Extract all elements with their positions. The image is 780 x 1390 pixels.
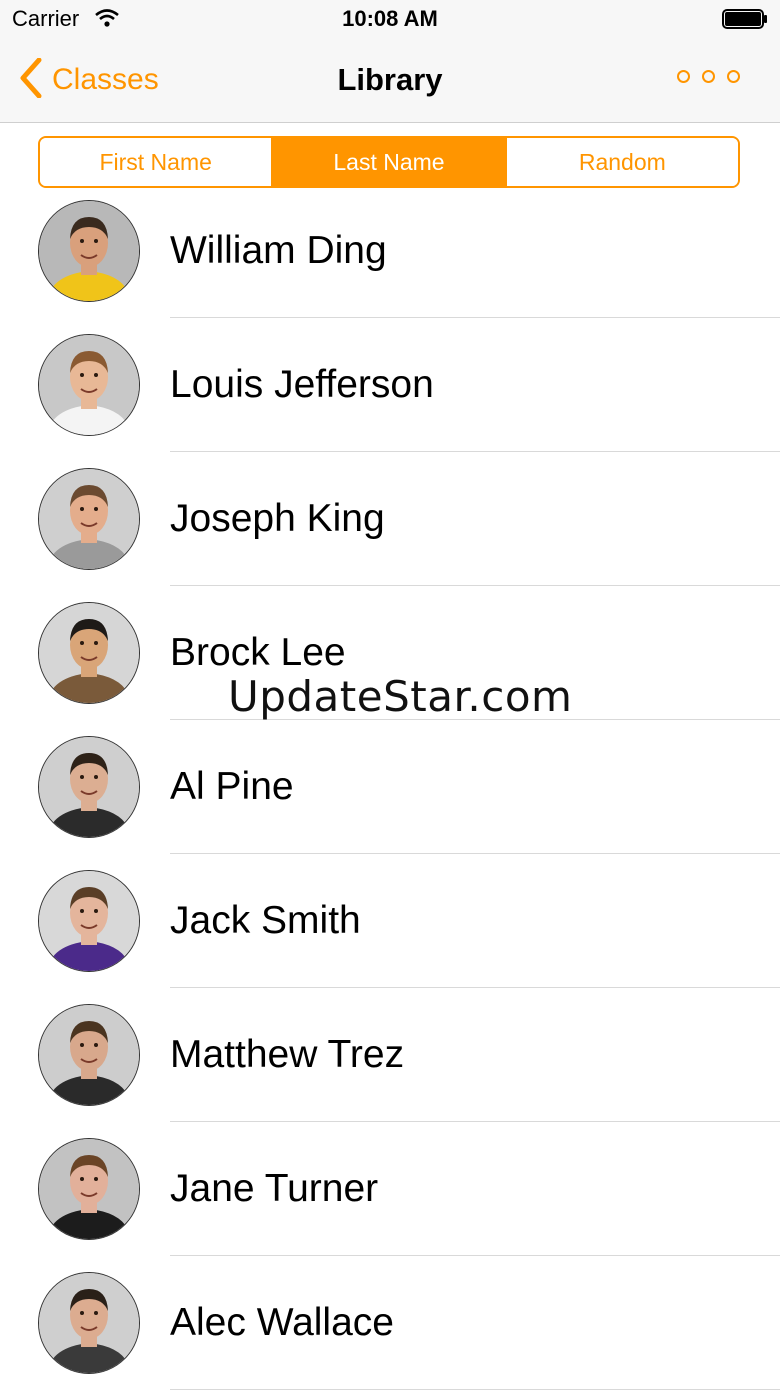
student-name: Joseph King bbox=[170, 497, 385, 540]
list-item[interactable]: Alec Wallace bbox=[0, 1256, 780, 1390]
status-time: 10:08 AM bbox=[342, 6, 438, 31]
avatar bbox=[38, 602, 140, 704]
list-item[interactable]: Louis Jefferson bbox=[0, 318, 780, 452]
list-item[interactable]: Al Pine bbox=[0, 720, 780, 854]
navigation-bar: Classes Library bbox=[0, 40, 780, 123]
avatar bbox=[38, 200, 140, 302]
watermark-text: UpdateStar.com bbox=[228, 672, 573, 721]
avatar bbox=[38, 1004, 140, 1106]
more-dots-icon bbox=[677, 70, 690, 83]
avatar bbox=[38, 736, 140, 838]
student-name: Jack Smith bbox=[170, 899, 361, 942]
sort-segmented-control: First Name Last Name Random bbox=[38, 136, 740, 188]
avatar bbox=[38, 1272, 140, 1374]
student-name: Al Pine bbox=[170, 765, 294, 808]
avatar bbox=[38, 334, 140, 436]
segment-first-name[interactable]: First Name bbox=[40, 138, 274, 186]
list-item[interactable]: William Ding bbox=[0, 184, 780, 318]
more-dots-icon bbox=[727, 70, 740, 83]
list-item[interactable]: Matthew Trez bbox=[0, 988, 780, 1122]
student-name: Alec Wallace bbox=[170, 1301, 394, 1344]
avatar bbox=[38, 870, 140, 972]
student-name: Jane Turner bbox=[170, 1167, 379, 1210]
list-item[interactable]: Jane Turner bbox=[0, 1122, 780, 1256]
student-name: Louis Jefferson bbox=[170, 363, 434, 406]
avatar bbox=[38, 1138, 140, 1240]
list-item[interactable]: Joseph King bbox=[0, 452, 780, 586]
more-dots-icon bbox=[702, 70, 715, 83]
segment-last-name[interactable]: Last Name bbox=[273, 138, 507, 186]
list-item[interactable]: Jack Smith bbox=[0, 854, 780, 988]
student-name: Matthew Trez bbox=[170, 1033, 405, 1076]
avatar bbox=[38, 468, 140, 570]
more-button[interactable] bbox=[677, 70, 740, 83]
segment-random[interactable]: Random bbox=[506, 138, 738, 186]
status-bar: Carrier 10:08 AM bbox=[0, 0, 780, 40]
student-name: William Ding bbox=[170, 229, 387, 272]
battery-icon bbox=[722, 8, 768, 35]
page-title: Library bbox=[337, 62, 443, 97]
